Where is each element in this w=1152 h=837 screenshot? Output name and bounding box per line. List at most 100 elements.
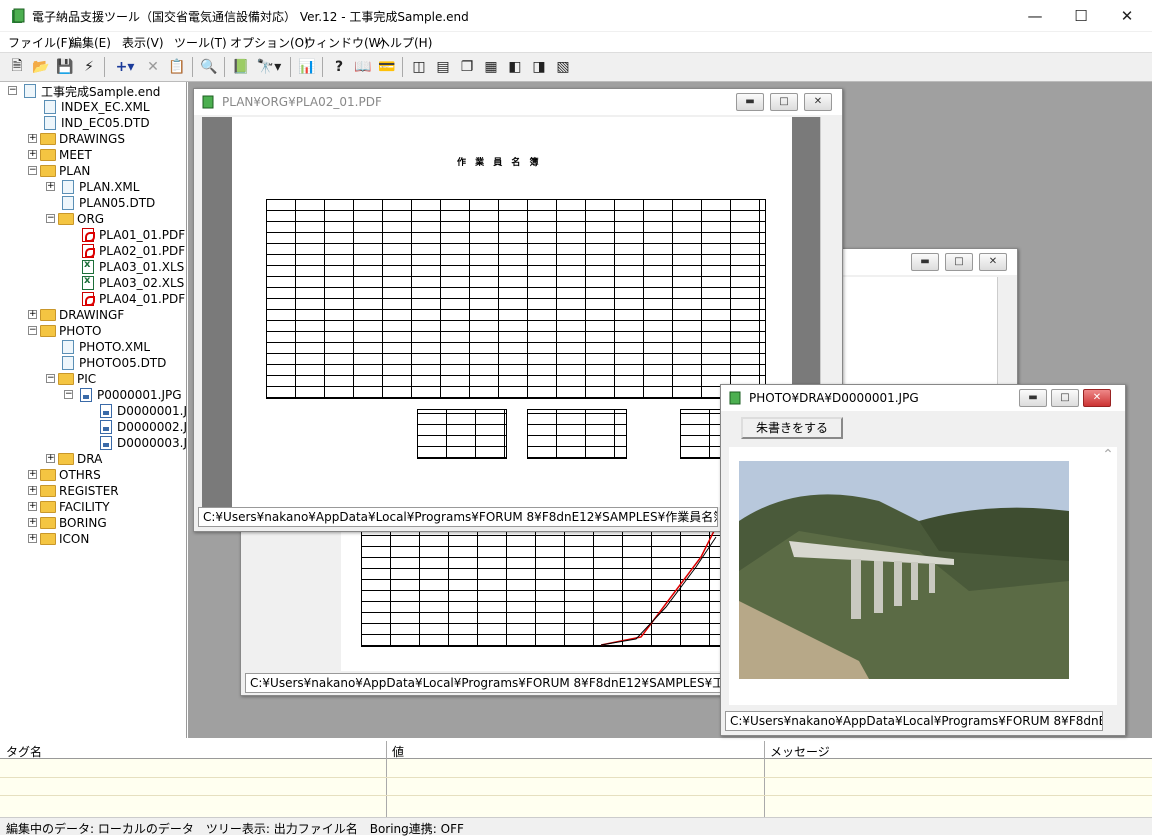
window-minimize-button[interactable]: ▬ — [911, 253, 939, 271]
preview-icon[interactable]: 🔍 — [198, 56, 220, 78]
tree-item-plan-dtd[interactable]: PLAN05.DTD — [62, 195, 155, 211]
menu-view[interactable]: 表示(V) — [122, 34, 164, 51]
tree-item-register[interactable]: REGISTER — [40, 483, 119, 499]
tree-item-facility[interactable]: FACILITY — [40, 499, 110, 515]
expand-icon[interactable]: + — [28, 486, 37, 495]
check-icon[interactable]: 📊 — [296, 56, 318, 78]
column-value[interactable]: 値 — [392, 743, 404, 760]
tree-item-org[interactable]: ORG — [58, 211, 104, 227]
cascade-icon[interactable]: ❐ — [456, 56, 478, 78]
collapse-icon[interactable]: − — [28, 166, 37, 175]
tree-item-icon[interactable]: ICON — [40, 531, 89, 547]
window-minimize-button[interactable]: ▬ — [1019, 389, 1047, 407]
tree-item-index-xml[interactable]: INDEX_EC.XML — [44, 99, 150, 115]
column-message[interactable]: メッセージ — [770, 743, 830, 760]
close-button[interactable]: ✕ — [1104, 0, 1150, 32]
save-icon[interactable]: 💾 — [54, 56, 76, 78]
expand-icon[interactable]: + — [28, 134, 37, 143]
tree-item-photo-dtd[interactable]: PHOTO05.DTD — [62, 355, 166, 371]
expand-icon[interactable]: + — [46, 454, 55, 463]
tree-item-pic[interactable]: PIC — [58, 371, 96, 387]
tree-item-meet[interactable]: MEET — [40, 147, 92, 163]
tile-horizontal-icon[interactable]: ▤ — [432, 56, 454, 78]
window-restore-button[interactable]: □ — [1051, 389, 1079, 407]
window-split-icon[interactable]: ◧ — [504, 56, 526, 78]
document-title: 作 業 員 名 簿 — [457, 158, 542, 168]
tag-grid-header: タグ名 値 メッセージ — [0, 741, 1152, 759]
window-restore-button[interactable]: □ — [770, 93, 798, 111]
tree-item-drawingf[interactable]: DRAWINGF — [40, 307, 124, 323]
help-icon[interactable]: ? — [328, 56, 350, 78]
window-close-button[interactable]: ✕ — [1083, 389, 1111, 407]
tree-item-dra[interactable]: DRA — [58, 451, 102, 467]
tree-item-index-dtd[interactable]: IND_EC05.DTD — [44, 115, 150, 131]
column-divider[interactable] — [386, 741, 387, 817]
window-minimize-button[interactable]: ▬ — [736, 93, 764, 111]
menu-tools[interactable]: ツール(T) — [174, 34, 227, 51]
collapse-icon[interactable]: − — [64, 390, 73, 399]
image-file-icon — [100, 404, 112, 418]
tree-item-d0000002[interactable]: D0000002.JPG — [100, 419, 186, 435]
window-close-button[interactable]: ✕ — [804, 93, 832, 111]
tree-item-pla02[interactable]: PLA02_01.PDF — [82, 243, 185, 259]
excel-file-icon — [82, 259, 94, 274]
tree-item-d0000001[interactable]: D0000001.JPG — [100, 403, 186, 419]
maximize-button[interactable]: ☐ — [1058, 0, 1104, 32]
tree-item-pla03-02[interactable]: PLA03_02.XLS — [82, 275, 184, 291]
menu-edit[interactable]: 編集(E) — [70, 34, 111, 51]
find-icon[interactable]: 🔭▾ — [254, 56, 284, 78]
photo-jpg-window[interactable]: PHOTO¥DRA¥D0000001.JPG ▬ □ ✕ 朱書きをする ⌃ C:… — [720, 384, 1126, 736]
collapse-icon[interactable]: − — [28, 326, 37, 335]
expand-icon[interactable]: + — [28, 534, 37, 543]
expand-icon[interactable]: + — [28, 502, 37, 511]
tree-item-plan[interactable]: PLAN — [40, 163, 90, 179]
menu-options[interactable]: オプション(O) — [230, 34, 309, 51]
add-icon[interactable]: +▾ — [110, 56, 140, 78]
tree-item-pla03-01[interactable]: PLA03_01.XLS — [82, 259, 184, 275]
tree-item-photo[interactable]: PHOTO — [40, 323, 101, 339]
column-tag-name[interactable]: タグ名 — [6, 743, 42, 760]
excel-file-icon — [82, 275, 94, 290]
window-grid-icon[interactable]: ▧ — [552, 56, 574, 78]
menu-window[interactable]: ウィンドウ(W) — [304, 34, 385, 51]
window-restore-button[interactable]: □ — [945, 253, 973, 271]
folder-tree: − 工事完成Sample.end INDEX_EC.XML IND_EC05.D… — [0, 82, 187, 738]
tree-item-othrs[interactable]: OTHRS — [40, 467, 101, 483]
expand-icon[interactable]: + — [28, 310, 37, 319]
arrange-icon[interactable]: ▦ — [480, 56, 502, 78]
collapse-icon[interactable]: − — [46, 374, 55, 383]
tree-item-pla04[interactable]: PLA04_01.PDF — [82, 291, 185, 307]
new-file-icon[interactable]: 🗎 — [6, 56, 28, 78]
tree-root[interactable]: 工事完成Sample.end — [24, 83, 160, 99]
manual-icon[interactable]: 📖 — [352, 56, 374, 78]
menu-help[interactable]: ヘルプ(H) — [378, 34, 432, 51]
minimize-button[interactable]: — — [1012, 0, 1058, 32]
tree-item-p0000001[interactable]: P0000001.JPG — [80, 387, 182, 403]
tree-item-pla01[interactable]: PLA01_01.PDF — [82, 227, 185, 243]
open-folder-icon[interactable]: 📂 — [30, 56, 52, 78]
tree-item-plan-xml[interactable]: PLAN.XML — [62, 179, 139, 195]
pdf-file-icon — [82, 292, 95, 306]
collapse-icon[interactable]: − — [46, 214, 55, 223]
lightning-icon[interactable]: ⚡ — [78, 56, 100, 78]
tree-item-photo-xml[interactable]: PHOTO.XML — [62, 339, 150, 355]
delete-icon[interactable]: ✕ — [142, 56, 164, 78]
photo-scrollbar[interactable]: ⌃ — [1099, 447, 1117, 705]
expand-icon[interactable]: + — [28, 150, 37, 159]
tree-item-boring[interactable]: BORING — [40, 515, 107, 531]
collapse-icon[interactable]: − — [8, 86, 17, 95]
column-divider[interactable] — [764, 741, 765, 817]
window-layout-icon[interactable]: ◨ — [528, 56, 550, 78]
red-pen-annotate-button[interactable]: 朱書きをする — [741, 417, 843, 439]
tree-item-d0000003[interactable]: D0000003.JPG — [100, 435, 186, 451]
expand-icon[interactable]: + — [46, 182, 55, 191]
expand-icon[interactable]: + — [28, 470, 37, 479]
properties-icon[interactable]: 📋 — [166, 56, 188, 78]
menu-file[interactable]: ファイル(F) — [8, 34, 72, 51]
tile-vertical-icon[interactable]: ◫ — [408, 56, 430, 78]
window-close-button[interactable]: ✕ — [979, 253, 1007, 271]
tree-item-drawings[interactable]: DRAWINGS — [40, 131, 125, 147]
id-card-icon[interactable]: 💳 — [376, 56, 398, 78]
book-icon[interactable]: 📗 — [230, 56, 252, 78]
expand-icon[interactable]: + — [28, 518, 37, 527]
